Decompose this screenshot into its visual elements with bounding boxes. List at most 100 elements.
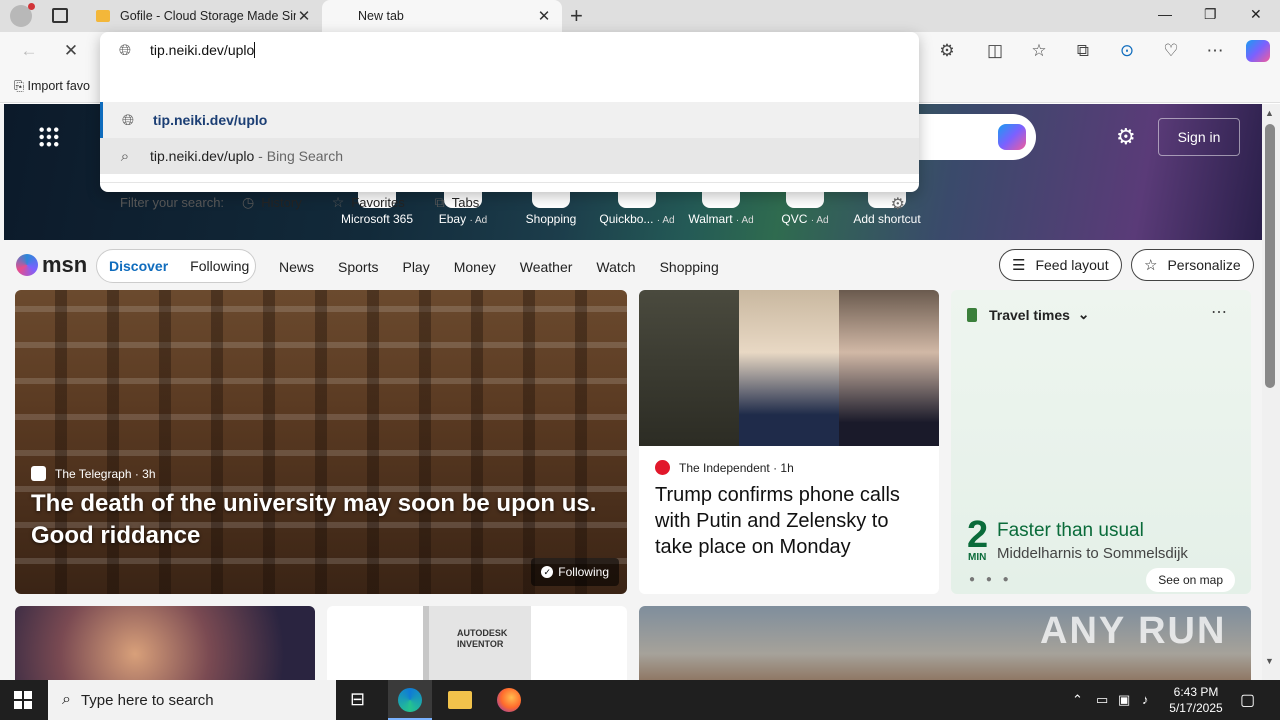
task-view-icon[interactable]: ⊟ xyxy=(350,689,374,713)
article-card-news[interactable]: The Independent · 1h Trump confirms phon… xyxy=(639,290,939,594)
article-source: The Telegraph · 3h xyxy=(31,466,156,481)
collections-icon[interactable]: ⧉ xyxy=(1072,41,1094,61)
folder-favicon-icon xyxy=(96,10,110,22)
app-launcher-icon[interactable] xyxy=(38,126,60,148)
clock-date: 5/17/2025 xyxy=(1169,701,1223,715)
sliders-icon: ☰ xyxy=(1012,257,1026,274)
page-scrollbar[interactable]: ▲ ▼ xyxy=(1262,104,1280,680)
downloads-icon[interactable]: ⊙ xyxy=(1116,41,1138,61)
tab-strip: Gofile - Cloud Storage Made Simple ✕ New… xyxy=(0,0,1280,32)
volume-icon[interactable]: ♪ xyxy=(1142,692,1149,707)
filter-label: Filter your search: xyxy=(120,195,225,210)
notifications-icon[interactable]: ▢ xyxy=(1240,690,1255,710)
scrollbar-thumb[interactable] xyxy=(1265,124,1275,388)
article-card-main[interactable]: The Telegraph · 3h The death of the univ… xyxy=(15,290,627,594)
import-favorites-link[interactable]: ⎘ Import favo xyxy=(14,79,90,94)
article-image xyxy=(639,290,939,446)
extensions-icon[interactable]: ⚙ xyxy=(936,41,958,61)
tab-following[interactable]: Following xyxy=(190,258,249,274)
more-options-icon[interactable]: ⋯ xyxy=(1204,41,1226,61)
article-headline[interactable]: Trump confirms phone calls with Putin an… xyxy=(655,482,925,560)
feed-layout-button[interactable]: ☰ Feed layout xyxy=(999,249,1122,281)
edge-icon xyxy=(398,688,422,712)
travel-header[interactable]: Travel times ⌄ xyxy=(967,306,1089,323)
firefox-icon[interactable] xyxy=(497,688,521,712)
address-input[interactable]: tip.neiki.dev/uplo xyxy=(150,42,254,58)
device-icon[interactable]: ▭ xyxy=(1096,692,1108,708)
article-card-autodesk[interactable]: AUTODESK INVENTOR xyxy=(327,606,627,680)
star-sparkle-icon: ☆ xyxy=(1144,257,1158,274)
more-options-icon[interactable]: ⋯ xyxy=(1211,302,1227,322)
import-label: Import favo xyxy=(27,79,91,93)
traffic-light-icon xyxy=(967,307,977,322)
maximize-button[interactable]: ❐ xyxy=(1204,6,1217,23)
msn-nav-bar: msn Discover Following News Sports Play … xyxy=(0,240,1262,290)
browser-essentials-icon[interactable]: ♡ xyxy=(1160,41,1182,61)
address-bar-dropdown: 🌐︎ tip.neiki.dev/uplo 🌐︎ tip.neiki.dev/u… xyxy=(100,32,919,213)
windows-start-icon[interactable] xyxy=(14,691,32,709)
photo-panel-1 xyxy=(639,290,739,446)
suggestion-text: tip.neiki.dev/uplo - Bing Search xyxy=(150,148,343,164)
source-label: The Telegraph · 3h xyxy=(55,466,156,481)
personalize-button[interactable]: ☆ Personalize xyxy=(1131,249,1254,281)
split-screen-icon[interactable]: ◫ xyxy=(984,41,1006,61)
copilot-icon[interactable] xyxy=(998,124,1026,150)
copilot-icon[interactable] xyxy=(1246,40,1270,62)
nav-play[interactable]: Play xyxy=(402,259,429,275)
chevron-up-icon[interactable]: ⌃ xyxy=(1072,692,1083,708)
stop-loading-icon[interactable]: ✕ xyxy=(60,41,82,61)
close-window-button[interactable]: ✕ xyxy=(1250,6,1262,23)
tab-gofile[interactable]: Gofile - Cloud Storage Made Simple ✕ xyxy=(86,0,322,32)
tab-discover[interactable]: Discover xyxy=(109,258,168,274)
scroll-down-arrow-icon[interactable]: ▼ xyxy=(1265,656,1274,666)
filter-favorites[interactable]: ☆ Favorites xyxy=(332,194,405,211)
tab-actions-icon[interactable] xyxy=(52,8,68,23)
filter-tabs[interactable]: ⧉ Tabs xyxy=(435,194,479,211)
filter-history[interactable]: ◷ History xyxy=(242,194,302,211)
carousel-dots[interactable]: ● ● ● xyxy=(969,574,1013,585)
back-arrow-icon[interactable]: ← xyxy=(18,41,40,61)
file-explorer-icon[interactable] xyxy=(448,691,472,709)
nav-news[interactable]: News xyxy=(279,259,314,275)
feed-layout-label: Feed layout xyxy=(1035,257,1109,273)
tab-new-tab[interactable]: New tab ✕ xyxy=(322,0,562,32)
nav-weather[interactable]: Weather xyxy=(520,259,573,275)
nav-watch[interactable]: Watch xyxy=(596,259,635,275)
globe-icon: 🌐︎ xyxy=(121,111,134,129)
network-icon[interactable]: ▣ xyxy=(1118,692,1130,708)
article-card-nebula[interactable] xyxy=(15,606,315,680)
new-tab-plus-icon[interactable]: + xyxy=(570,3,583,29)
favorites-star-icon[interactable]: ☆ xyxy=(1028,41,1050,61)
search-filter-row: Filter your search: ◷ History ☆ Favorites … xyxy=(100,182,919,222)
tab-title: Gofile - Cloud Storage Made Simple xyxy=(120,9,296,23)
product-box-image: AUTODESK INVENTOR xyxy=(423,606,531,680)
tab-close-icon[interactable]: ✕ xyxy=(536,7,552,25)
tab-close-icon[interactable]: ✕ xyxy=(296,7,312,25)
profile-avatar[interactable] xyxy=(10,3,35,27)
msn-categories: News Sports Play Money Weather Watch Sho… xyxy=(279,259,743,275)
nav-money[interactable]: Money xyxy=(454,259,496,275)
page-settings-gear-icon[interactable]: ⚙ xyxy=(1116,124,1136,150)
nav-shopping[interactable]: Shopping xyxy=(660,259,719,275)
filter-favorites-label: Favorites xyxy=(351,195,405,210)
travel-minutes: 2 xyxy=(967,514,989,556)
settings-gear-icon[interactable]: ⚙ xyxy=(891,194,905,214)
system-clock[interactable]: 6:43 PM 5/17/2025 xyxy=(1164,684,1228,716)
suggestion-suffix: - Bing Search xyxy=(254,148,344,164)
scroll-up-arrow-icon[interactable]: ▲ xyxy=(1265,108,1274,118)
address-bar[interactable]: 🌐︎ tip.neiki.dev/uplo xyxy=(100,32,919,68)
suggestion-query: tip.neiki.dev/uplo xyxy=(150,148,255,164)
watermark: ANY RUN xyxy=(1040,610,1227,652)
suggestion-url[interactable]: 🌐︎ tip.neiki.dev/uplo xyxy=(100,102,919,138)
sign-in-button[interactable]: Sign in xyxy=(1158,118,1240,156)
nav-sports[interactable]: Sports xyxy=(338,259,378,275)
clock-time: 6:43 PM xyxy=(1173,685,1219,699)
suggestion-bing-search[interactable]: ⌕ tip.neiki.dev/uplo - Bing Search xyxy=(100,138,919,174)
web-search-box[interactable] xyxy=(916,114,1036,160)
article-headline[interactable]: The death of the university may soon be … xyxy=(31,488,611,552)
msn-logo[interactable]: msn xyxy=(16,252,87,278)
following-badge[interactable]: ✓ Following xyxy=(531,558,619,586)
taskbar-search[interactable]: ⌕ Type here to search xyxy=(48,680,336,720)
see-on-map-button[interactable]: See on map xyxy=(1146,568,1235,592)
minimize-button[interactable]: — xyxy=(1158,6,1172,22)
